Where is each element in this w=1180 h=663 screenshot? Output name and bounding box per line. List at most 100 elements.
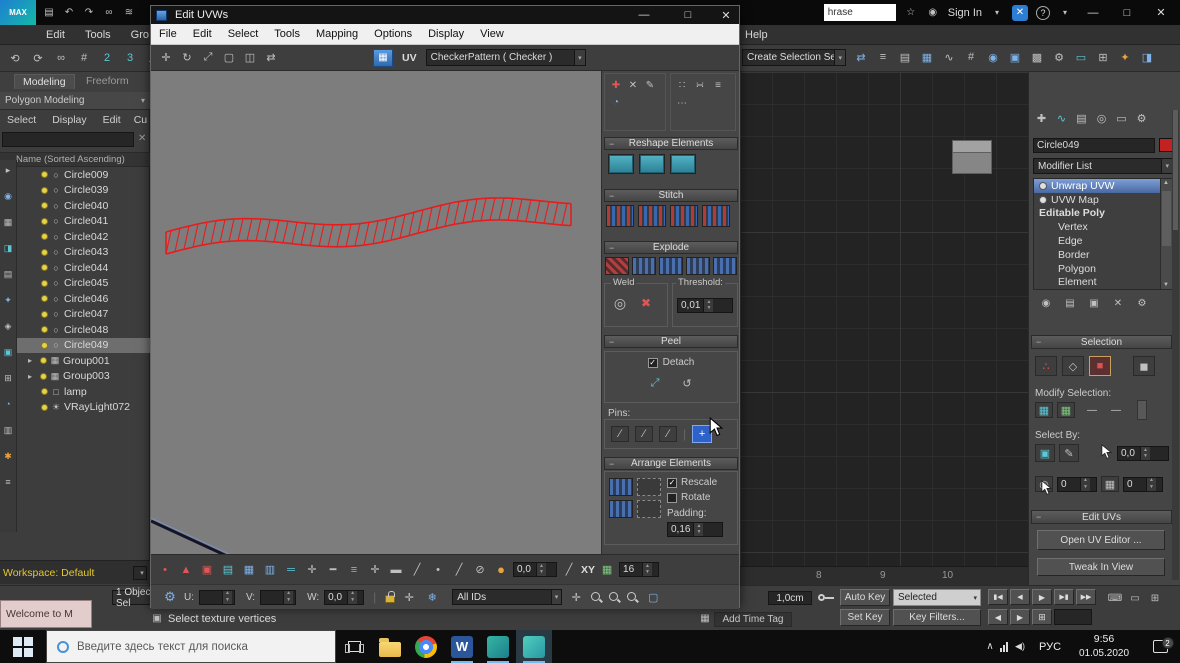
select-grid-icon[interactable]: ▦	[1101, 476, 1119, 492]
list-item-selected[interactable]: ○ Circle049	[17, 337, 150, 353]
explorer-filter-icon[interactable]: ▦	[2, 216, 14, 228]
start-button[interactable]	[0, 630, 46, 663]
explorer-filter-icon[interactable]: ▤	[2, 268, 14, 280]
prev-key-button[interactable]: ◀	[988, 609, 1008, 625]
explorer-menu-customize[interactable]: Cu	[130, 112, 151, 128]
layer-explorer-icon[interactable]: ▤	[896, 48, 914, 66]
max-logo[interactable]: MAX	[0, 0, 36, 25]
redo-large-icon[interactable]: ⟳	[29, 49, 47, 67]
list-item[interactable]: ○ Circle043	[17, 245, 150, 261]
visibility-bulb-icon[interactable]	[41, 341, 48, 349]
go-to-start-button[interactable]: ▮◀	[988, 589, 1008, 605]
next-key-button[interactable]: ▶	[1010, 609, 1030, 625]
stitch-custom-icon[interactable]	[606, 205, 634, 227]
list-item[interactable]: ○ Circle047	[17, 307, 150, 323]
uvw-close-button[interactable]: ✕	[713, 9, 739, 22]
detach-checkbox[interactable]: ✓	[647, 357, 658, 368]
stack-subitem[interactable]: Border	[1034, 248, 1172, 262]
explorer-sort-header[interactable]: Name (Sorted Ascending)	[0, 152, 150, 167]
visibility-bulb-icon[interactable]	[41, 186, 48, 194]
grow-loop-icon[interactable]: ✛	[366, 561, 384, 579]
snap-3d-icon[interactable]: 3	[121, 49, 139, 67]
texture-preview-icon[interactable]: ▤	[219, 561, 237, 579]
user-icon[interactable]: ◉	[926, 6, 940, 20]
list-item-group[interactable]: ▸ ▦ Group003	[17, 369, 150, 385]
file-explorer-button[interactable]	[372, 630, 408, 663]
global-search-input[interactable]: hrase	[823, 4, 896, 21]
visibility-bulb-icon[interactable]	[41, 264, 48, 272]
task-view-button[interactable]	[336, 630, 372, 663]
tab-motion-icon[interactable]: ◎	[1093, 110, 1110, 127]
favorites-star-icon[interactable]: ☆	[904, 6, 918, 20]
explorer-menu-display[interactable]: Display	[45, 112, 93, 128]
align-icon[interactable]: ≡	[874, 48, 892, 66]
tab-create-icon[interactable]: ✚	[1033, 110, 1050, 127]
threshold-spinner[interactable]: 0,01 ▲ ▼	[677, 298, 733, 313]
relax-until-flat-icon[interactable]	[639, 154, 665, 174]
flatten-polygon-icon[interactable]	[713, 257, 737, 275]
paint-select-icon[interactable]: ╱	[408, 561, 426, 579]
relax-tool-icon[interactable]: ◔	[609, 95, 623, 109]
modifier-bulb-icon[interactable]	[1039, 181, 1047, 190]
panel-slider-handle[interactable]	[1137, 400, 1147, 420]
tab-hierarchy-icon[interactable]: ▤	[1073, 110, 1090, 127]
mirror-icon[interactable]: ⇄	[852, 48, 870, 66]
expand-arrow-icon[interactable]: ▸	[28, 356, 37, 365]
time-config-button[interactable]: ⊞	[1032, 609, 1052, 625]
explorer-filter-icon[interactable]: ▥	[2, 424, 14, 436]
explorer-filter-icon[interactable]: ◨	[2, 242, 14, 254]
visibility-bulb-icon[interactable]	[41, 202, 48, 210]
pan-hand-icon[interactable]: ✛	[400, 588, 418, 606]
show-map-toggle-icon[interactable]: ▦	[373, 48, 393, 67]
freeze-icon[interactable]: ❄	[423, 588, 441, 606]
w-spinner[interactable]: 0,0 ▲ ▼	[324, 589, 365, 605]
current-frame-field[interactable]	[1054, 609, 1092, 625]
word-button[interactable]: W	[444, 630, 480, 663]
select-by-checker-icon[interactable]: ▣	[1035, 444, 1055, 462]
zoom-region-icon[interactable]	[626, 591, 639, 604]
explorer-filter-icon[interactable]: ✱	[2, 450, 14, 462]
select-loop-icon[interactable]: ≡	[345, 561, 363, 579]
list-item[interactable]: ○ Circle040	[17, 198, 150, 214]
dropdown-arrow-icon[interactable]: ▾	[550, 590, 562, 604]
align-tool-icon[interactable]: ≡	[711, 78, 725, 92]
minimize-button[interactable]: —	[1080, 7, 1106, 19]
face-subobject-icon[interactable]: ▣	[198, 561, 216, 579]
explorer-filter-icon[interactable]: ◉	[2, 190, 14, 202]
welcome-window[interactable]: Welcome to M	[0, 600, 92, 628]
explode-header[interactable]: − Explode	[604, 241, 738, 254]
rendered-frame-icon[interactable]: ▩	[1028, 48, 1046, 66]
arrange-elements-header[interactable]: − Arrange Elements	[604, 457, 738, 470]
list-item[interactable]: ○ Circle048	[17, 322, 150, 338]
undo-icon[interactable]: ↶	[62, 6, 76, 20]
rotate-tool-icon[interactable]: ↻	[178, 49, 196, 67]
isolate-selection-icon[interactable]: ▭	[1128, 591, 1142, 605]
rotate-checkbox[interactable]	[667, 492, 677, 503]
more-tools-icon[interactable]: ⋯	[675, 96, 689, 110]
break-icon[interactable]: ✖	[637, 294, 655, 312]
uvw-titlebar[interactable]: Edit UVWs — □ ✕	[151, 6, 739, 24]
stack-scrollbar[interactable]: ▲ ▼	[1160, 179, 1172, 289]
select-radius-spinner[interactable]: 0 ▲ ▼	[1057, 476, 1097, 492]
shrink-loop-icon[interactable]: ▬	[387, 561, 405, 579]
select-by-value-spinner[interactable]: 0,0 ▲ ▼	[1117, 446, 1169, 461]
network-icon[interactable]	[1000, 641, 1008, 652]
select-count-spinner[interactable]: 0 ▲ ▼	[1123, 476, 1163, 492]
redo-icon[interactable]: ↷	[82, 6, 96, 20]
visibility-bulb-icon[interactable]	[41, 171, 48, 179]
render-production-icon[interactable]: ⚙	[1050, 48, 1068, 66]
curve-editor-icon[interactable]: ∿	[940, 48, 958, 66]
selection-rollout-header[interactable]: − Selection	[1031, 335, 1172, 349]
weld-selected-icon[interactable]: ◎	[611, 294, 629, 312]
scale-tool-icon[interactable]: ⤢	[199, 49, 217, 67]
render-iterative-icon[interactable]: ▭	[1072, 48, 1090, 66]
viewport[interactable]	[740, 72, 1028, 566]
timeline[interactable]: 8 9 10	[740, 566, 1028, 585]
stack-item[interactable]: Editable Poly	[1034, 207, 1172, 221]
polygon-modeling-panel[interactable]: Polygon Modeling ▾	[0, 92, 150, 109]
ribbon-expand-icon[interactable]: ▾	[141, 96, 145, 105]
maximize-button[interactable]: □	[1114, 7, 1140, 19]
rescale-checkbox[interactable]: ✓	[667, 477, 677, 488]
dropdown-arrow-icon[interactable]: ▾	[1161, 159, 1172, 173]
link-icon[interactable]: ∞	[52, 49, 70, 67]
